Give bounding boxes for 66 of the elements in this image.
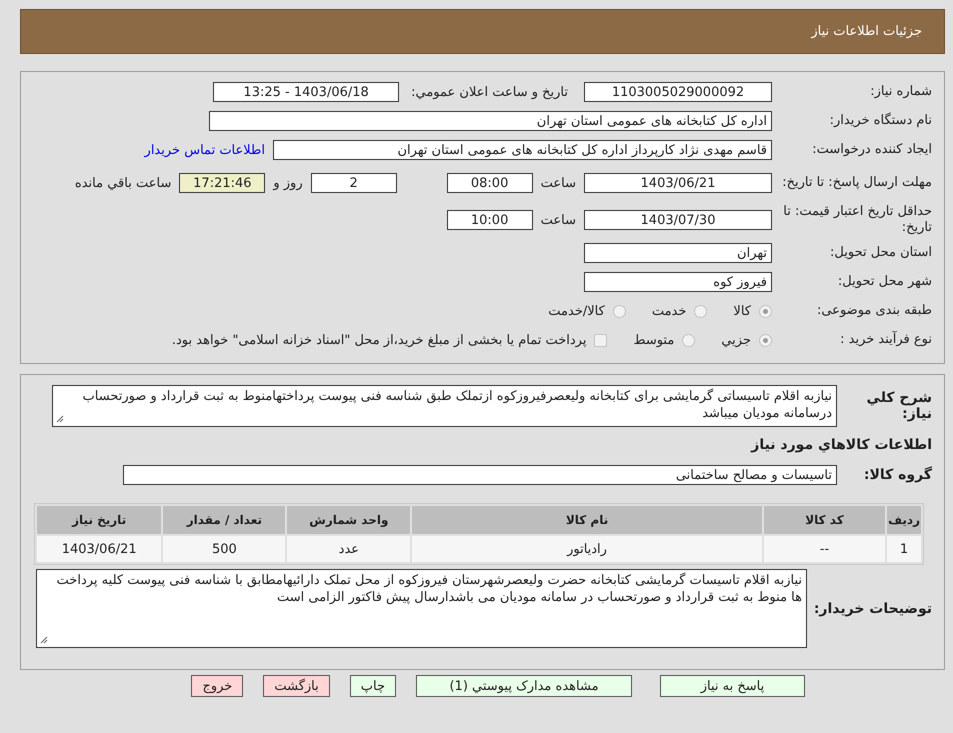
field-label: حداقل تاریخ اعتبار قیمت: تا تاریخ: (782, 204, 932, 236)
field-label: نوع فرآیند خرید : (839, 332, 932, 348)
description-text: نیازبه اقلام تاسیساتی گرمایشی برای کتابخانه ولیعصرفیروزکوه ازتملک طبق شناسه فنی پیوست پرداختهامنوط به ثبت قرارداد و صورتحساب درسامانه مودیان میباشد (82, 389, 832, 421)
field-label: روز و (273, 176, 303, 190)
column-header: کد کالا (764, 506, 886, 534)
goods-group-field: تاسیسات و مصالح ساختمانی (123, 465, 837, 485)
action-button[interactable]: چاپ (350, 675, 396, 697)
radio-button[interactable] (612, 304, 626, 318)
city-field: فیروز کوه (584, 272, 772, 292)
radio-label: کالا (733, 304, 751, 318)
field-label: ساعت باقي مانده (74, 176, 172, 190)
remaining-time-field: 17:21:46 (179, 173, 266, 193)
radio-label: کالا/خدمت (548, 304, 605, 318)
need-number-field: 1103005029000092 (584, 82, 772, 102)
field-label: گروه کالا: (862, 467, 932, 483)
field-label: نام دستگاه خریدار: (828, 113, 932, 129)
table-cell: عدد (287, 536, 410, 562)
buyer-org-field: اداره کل کتابخانه های عمومی استان تهران (209, 111, 772, 131)
column-header: واحد شمارش (287, 506, 410, 534)
province-field: تهران (584, 243, 772, 263)
checkbox[interactable] (594, 334, 608, 346)
column-header: نام کالا (412, 506, 762, 534)
requester-field: قاسم مهدی نژاد کارپرداز اداره کل کتابخانه های عمومی استان تهران (273, 140, 772, 160)
validity-time-field: 10:00 (446, 210, 533, 230)
resize-grip-icon[interactable] (56, 415, 64, 423)
action-button[interactable]: خروج (191, 675, 244, 697)
field-label: شهر محل تحویل: (836, 274, 932, 290)
field-label: ساعت (540, 212, 576, 228)
deadline-date-field: 1403/06/21 (584, 173, 772, 193)
notes-text: نیازبه اقلام تاسیسات گرمایشی کتابخانه حضرت ولیعصرشهرستان فیروزکوه از محل تملک دارائیهامطابق با شناسه فنی پیوست کلیه پرداخت ها منوط به ثبت قرارداد و صورتحساب در سامانه مودیان می باشدارسال پیش فاکتور الزامی است (56, 573, 802, 605)
announce-date-field: 1403/06/18 - 13:25 (213, 82, 400, 102)
field-label: استان محل تحویل: (829, 245, 932, 261)
action-button[interactable]: پاسخ به نیاز (660, 675, 805, 697)
column-header: تاریخ نیاز (37, 506, 162, 534)
contact-link[interactable]: اطلاعات تماس خریدار (144, 142, 265, 158)
action-button[interactable]: مشاهده مدارک پیوستي (1) (416, 675, 632, 697)
radio-label: جزيي (721, 332, 751, 348)
radio-button[interactable] (682, 334, 696, 346)
field-label: ساعت (540, 176, 576, 190)
column-header: تعداد / مقدار (163, 506, 286, 534)
radio-label: خدمت (652, 304, 686, 318)
field-label: تاریخ و ساعت اعلان عمومي: (410, 84, 568, 100)
table-cell: 500 (163, 536, 286, 562)
field-label: شرح کلي نياز: (866, 390, 932, 422)
deadline-time-field: 08:00 (446, 173, 533, 193)
table-cell: 1403/06/21 (37, 536, 162, 562)
resize-grip-icon[interactable] (40, 636, 48, 644)
radio-button[interactable] (759, 334, 772, 346)
radio-button[interactable] (694, 304, 708, 318)
page-title: جزئیات اطلاعات نیاز (811, 24, 922, 39)
action-button[interactable]: بازگشت (263, 675, 330, 697)
validity-date-field: 1403/07/30 (584, 210, 772, 230)
field-label: طبقه بندی موضوعی: (816, 303, 932, 319)
field-label: ایجاد کننده درخواست: (811, 142, 932, 158)
table-cell: رادیاتور (412, 536, 762, 562)
radio-label: متوسط (633, 332, 674, 348)
table-cell: -- (764, 536, 886, 562)
checkbox-label: پرداخت تمام یا بخشی از مبلغ خرید،از محل "اسناد خزانه اسلامی" خواهد بود. (172, 332, 586, 348)
days-field: 2 (310, 173, 397, 193)
field-label: مهلت ارسال پاسخ: تا تاریخ: (781, 175, 932, 191)
field-label: توضیحات خریدار: (812, 600, 932, 616)
column-header: ردیف (887, 506, 921, 534)
table-cell: 1 (887, 536, 921, 562)
section-title: اطلاعات کالاهاي مورد نياز (750, 437, 932, 453)
field-label: شماره نیاز: (869, 84, 932, 100)
radio-button[interactable] (759, 304, 772, 318)
